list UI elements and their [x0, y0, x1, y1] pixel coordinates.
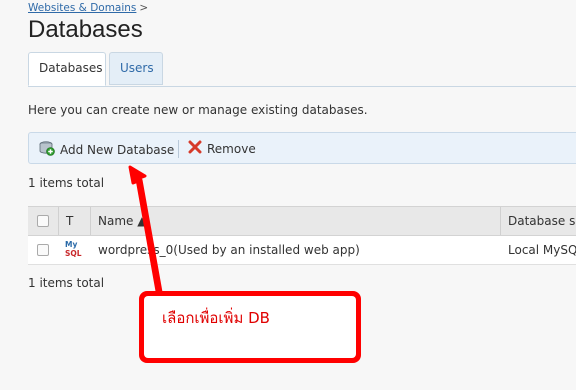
annotation-callout: เลือกเพื่อเพิ่ม DB	[139, 291, 361, 363]
annotation-callout-text: เลือกเพื่อเพิ่ม DB	[162, 309, 270, 327]
annotation-callout-body: เลือกเพื่อเพิ่ม DB	[144, 296, 356, 358]
